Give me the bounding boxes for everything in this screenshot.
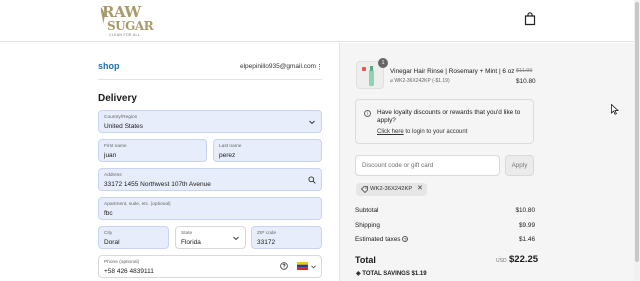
last-name-field[interactable]: Last name perez — [213, 139, 322, 162]
state-value: Florida — [181, 239, 201, 246]
subtotal-value: $10.80 — [515, 207, 535, 214]
logo-tagline: CLEAN FOR ALL — [109, 33, 140, 37]
raw-sugar-logo[interactable]: RAW SUGAR CLEAN FOR ALL — [99, 4, 155, 37]
shop-pay-link[interactable]: shop — [98, 61, 120, 71]
savings-value: $1.19 — [411, 271, 427, 277]
loyalty-login-link[interactable]: Click here — [377, 129, 404, 135]
quantity-badge: 1 — [378, 58, 388, 68]
first-name-field[interactable]: First name juan — [98, 139, 207, 162]
shipping-label: Shipping — [355, 222, 380, 229]
state-label: State — [181, 231, 193, 236]
zip-label: ZIP code — [257, 231, 277, 236]
country-label: Country/Region — [104, 115, 138, 120]
country-select[interactable]: Country/Region United States — [98, 110, 322, 133]
total-savings: ◈ TOTAL SAVINGS $1.19 — [356, 270, 427, 277]
applied-code-chip: WK2-36X242KP ✕ — [356, 183, 427, 196]
loyalty-login-text: Click here to login to your account — [377, 129, 467, 135]
product-name: Vinegar Hair Rinse | Rosemary + Mint | 6… — [390, 68, 515, 75]
shopping-bag-icon[interactable] — [524, 12, 536, 26]
product-price: $10.80 — [516, 78, 536, 85]
divider — [98, 79, 322, 80]
city-label: City — [104, 231, 113, 236]
apartment-label: Apartment, suite, etc. (optional) — [104, 202, 171, 207]
remove-code-icon[interactable]: ✕ — [417, 184, 423, 192]
savings-label: TOTAL SAVINGS — [362, 271, 410, 277]
country-value: United States — [104, 123, 144, 130]
loyalty-login-suffix: to login to your account — [403, 129, 468, 135]
loyalty-question: Have loyalty discounts or rewards that y… — [377, 109, 521, 124]
taxes-label-text: Estimated taxes — [355, 236, 401, 243]
discount-placeholder: Discount code or gift card — [362, 162, 434, 169]
phone-field[interactable]: Phone (optional) +58 426 4839111 — [98, 255, 322, 278]
venezuela-flag-icon[interactable] — [297, 262, 308, 270]
total-value: $22.25 — [509, 254, 539, 265]
apartment-value: fbc — [104, 210, 113, 217]
city-value: Doral — [104, 239, 120, 246]
subtotal-label: Subtotal — [355, 207, 379, 214]
product-discount-code: ⌀ WK2-36X242KP (-$1.19) — [390, 78, 450, 84]
discount-code-input[interactable]: Discount code or gift card — [355, 155, 500, 176]
state-select[interactable]: State Florida — [175, 226, 246, 249]
account-email: elpepinillo935@gmail.com — [240, 63, 316, 70]
address-value: 33172 1455 Northwest 107th Avenue — [104, 181, 211, 188]
zip-field[interactable]: ZIP code 33172 — [251, 226, 322, 249]
info-icon: i — [364, 110, 371, 117]
chevron-down-icon — [309, 120, 315, 125]
address-field[interactable]: Address 33172 1455 Northwest 107th Avenu… — [98, 168, 322, 191]
logo-word-sugar: SUGAR — [107, 19, 154, 33]
apply-button[interactable]: Apply — [505, 155, 534, 176]
tag-icon — [361, 186, 368, 193]
product-original-price: $11.99 — [516, 68, 533, 74]
shipping-value: $9.99 — [519, 222, 535, 229]
last-name-label: Last name — [219, 144, 242, 149]
product-bottle-icon — [362, 66, 374, 86]
checkout-header: RAW SUGAR CLEAN FOR ALL — [0, 0, 634, 42]
phone-value: +58 426 4839111 — [104, 268, 154, 275]
search-icon[interactable] — [308, 176, 316, 184]
zip-value: 33172 — [257, 239, 276, 246]
product-discount-text: WK2-36X242KP (-$1.19) — [394, 78, 450, 84]
chevron-down-icon[interactable] — [311, 265, 316, 269]
scrollbar-thumb[interactable] — [635, 2, 639, 262]
first-name-label: First name — [104, 144, 127, 149]
first-name-value: juan — [104, 152, 117, 159]
delivery-heading: Delivery — [98, 93, 137, 104]
account-menu-icon[interactable]: ⋮ — [316, 63, 323, 71]
phone-label: Phone (optional) — [104, 260, 140, 265]
loyalty-box: i Have loyalty discounts or rewards that… — [355, 99, 534, 144]
chevron-down-icon — [233, 236, 239, 241]
taxes-value: $1.46 — [519, 236, 535, 243]
last-name-value: perez — [219, 152, 236, 159]
mouse-cursor-icon — [611, 104, 619, 115]
leaf-icon — [100, 7, 105, 24]
city-field[interactable]: City Doral — [98, 226, 169, 249]
apartment-field[interactable]: Apartment, suite, etc. (optional) fbc — [98, 197, 322, 220]
help-circle-icon[interactable]: ? — [402, 236, 409, 243]
total-label: Total — [355, 255, 376, 265]
currency-code: USD — [496, 258, 507, 264]
applied-code-text: WK2-36X242KP — [370, 186, 413, 192]
address-label: Address — [104, 173, 122, 178]
taxes-label: Estimated taxes ? — [355, 236, 409, 243]
help-circle-icon[interactable] — [280, 262, 288, 270]
